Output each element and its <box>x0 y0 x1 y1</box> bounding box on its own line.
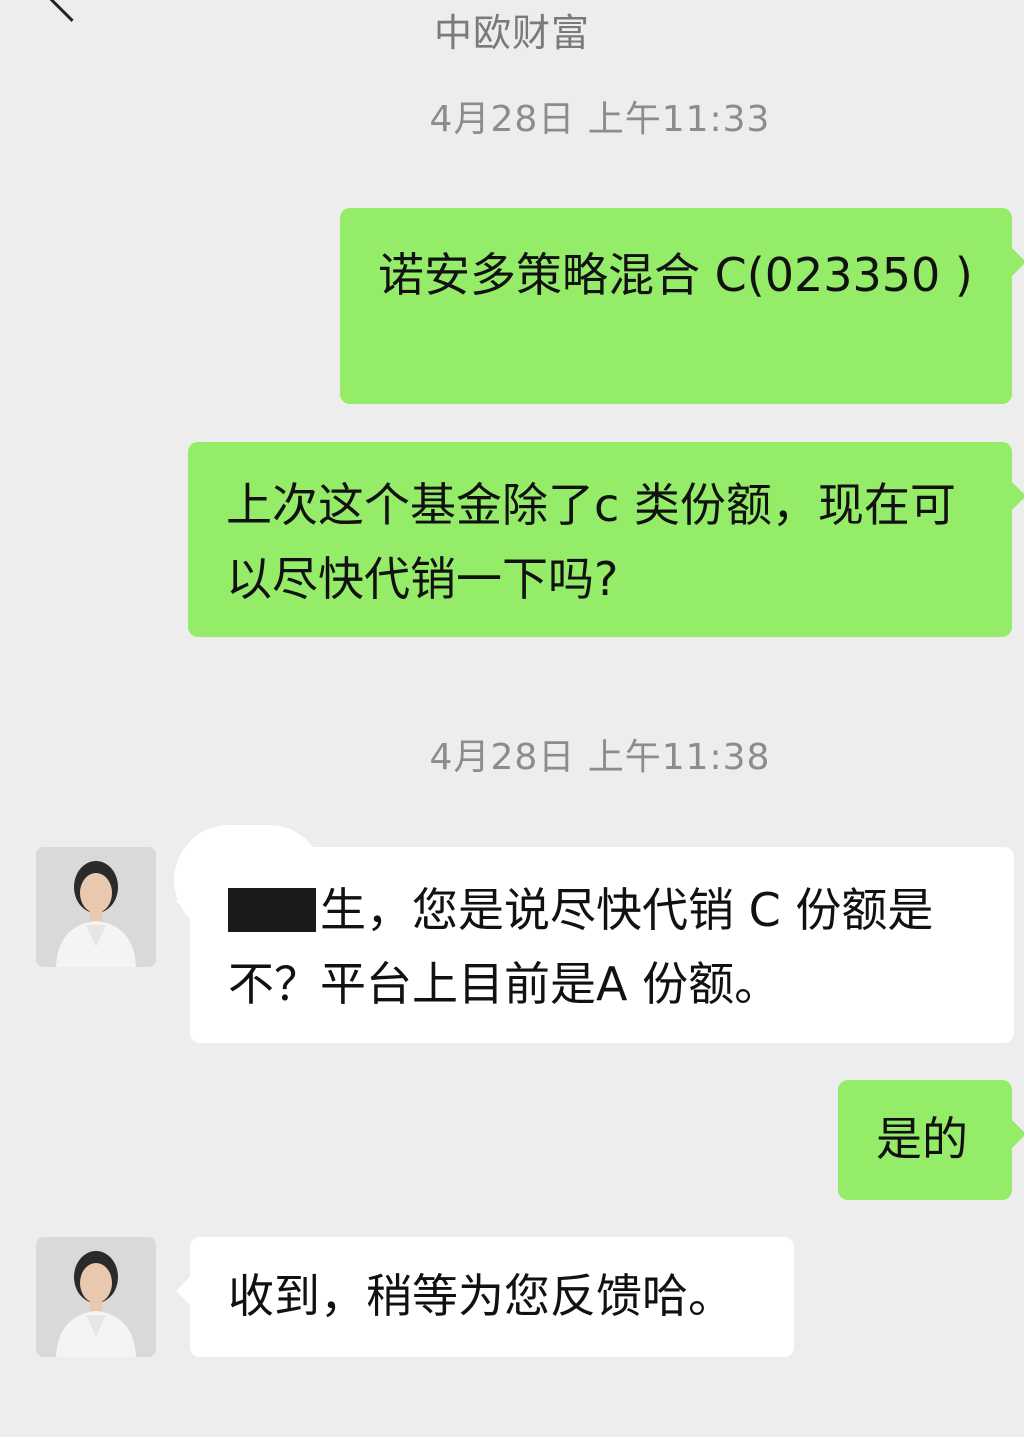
timestamp: 4月28日 上午11:38 <box>429 737 771 778</box>
contact-avatar[interactable] <box>36 1237 156 1357</box>
message-text: 是的 <box>876 1112 968 1166</box>
outgoing-message-bubble[interactable]: 上次这个基金除了c 类份额，现在可以尽快代销一下吗? <box>188 442 1024 637</box>
outgoing-message-bubble[interactable]: 诺安多策略混合 C(023350 ) <box>340 208 1024 404</box>
message-text: 上次这个基金除了c 类份额，现在可以尽快代销一下吗? <box>226 478 956 606</box>
incoming-message-bubble[interactable]: 生，您是说尽快代销 C 份额是不？平台上目前是A 份额。 <box>174 825 1014 1043</box>
message-text: 生，您是说尽快代销 C 份额是不？平台上目前是A 份额。 <box>228 883 934 1011</box>
redacted-name <box>228 888 316 932</box>
chat-title: 中欧财富 <box>433 11 590 55</box>
message-text: 诺安多策略混合 C(023350 ) <box>378 248 973 302</box>
contact-avatar[interactable] <box>36 847 156 967</box>
incoming-message-bubble[interactable]: 收到，稍等为您反馈哈。 <box>176 1237 794 1357</box>
timestamp: 4月28日 上午11:33 <box>429 99 771 140</box>
message-text: 收到，稍等为您反馈哈。 <box>228 1269 734 1323</box>
outgoing-message-bubble[interactable]: 是的 <box>838 1080 1024 1200</box>
